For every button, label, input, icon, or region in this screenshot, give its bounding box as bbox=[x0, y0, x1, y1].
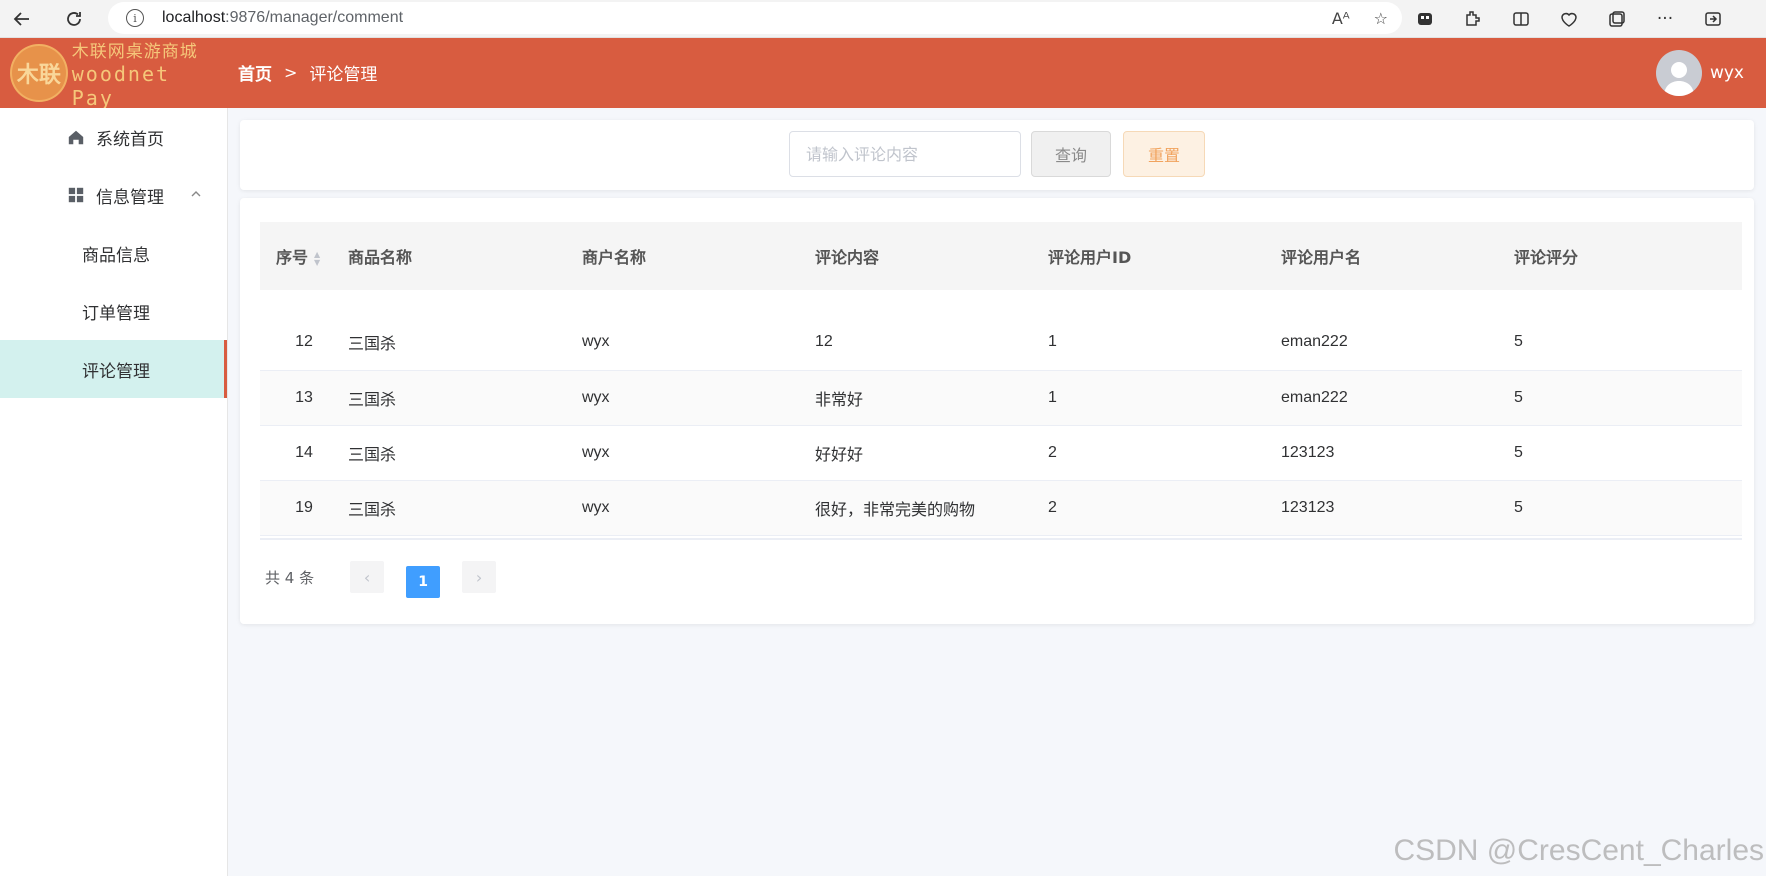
sidebar-item-home[interactable]: 系统首页 bbox=[0, 108, 227, 166]
sidebar-item-comments[interactable]: 评论管理 bbox=[0, 340, 227, 398]
sidebar-item-label: 系统首页 bbox=[96, 129, 164, 150]
cell-username: 123123 bbox=[1281, 480, 1514, 536]
cell-content: 非常好 bbox=[815, 370, 1048, 426]
browser-essentials-icon[interactable] bbox=[1558, 8, 1580, 30]
more-icon[interactable]: ··· bbox=[1654, 8, 1676, 30]
cell-id: 12 bbox=[260, 315, 348, 371]
pagination-total: 共 4 条 bbox=[265, 568, 315, 587]
cell-rating: 5 bbox=[1514, 370, 1742, 426]
reset-button[interactable]: 重置 bbox=[1123, 131, 1205, 177]
sidebar-item-orders[interactable]: 订单管理 bbox=[0, 282, 227, 340]
breadcrumb-current: 评论管理 bbox=[309, 65, 378, 85]
app-header: 木联 木联网桌游商城 woodnet Pay 首页 > 评论管理 wyx bbox=[0, 38, 1766, 110]
cell-product: 三国杀 bbox=[348, 315, 582, 371]
cell-rating: 5 bbox=[1514, 315, 1742, 371]
logo-title-cn: 木联网桌游商城 bbox=[71, 41, 198, 62]
avatar[interactable] bbox=[1655, 50, 1702, 96]
cell-product: 三国杀 bbox=[348, 370, 582, 426]
cell-username: eman222 bbox=[1281, 370, 1514, 426]
column-header-merchant: 商户名称 bbox=[582, 222, 815, 290]
cell-merchant: wyx bbox=[582, 480, 815, 536]
cell-content: 12 bbox=[815, 315, 1048, 371]
read-aloud-icon[interactable]: Aᴬ bbox=[1332, 9, 1350, 28]
cell-id: 19 bbox=[260, 480, 348, 536]
reload-icon[interactable] bbox=[54, 3, 94, 35]
home-icon bbox=[66, 127, 86, 147]
grid-icon bbox=[66, 185, 86, 205]
workspaces-icon[interactable] bbox=[1414, 8, 1436, 30]
comment-search-input[interactable] bbox=[789, 131, 1021, 177]
query-button[interactable]: 查询 bbox=[1031, 131, 1111, 177]
cell-username: 123123 bbox=[1281, 425, 1514, 481]
cell-user-id: 1 bbox=[1048, 370, 1281, 426]
sidebar-group-info[interactable]: 信息管理 bbox=[0, 166, 227, 224]
table-spacer bbox=[260, 290, 1742, 315]
next-page-button[interactable]: › bbox=[462, 561, 497, 593]
browser-toolbar: i localhost:9876/manager/comment Aᴬ ☆ ··… bbox=[0, 0, 1766, 38]
table-header-row: 序号 ▲ ▼ 商品名称 商户名称 评论内容 评论用户ID 评论用户名 评论评分 bbox=[260, 222, 1742, 290]
cell-merchant: wyx bbox=[582, 370, 815, 426]
url-text: localhost:9876/manager/comment bbox=[162, 9, 404, 26]
sidebar-toggle-icon[interactable] bbox=[1702, 8, 1724, 30]
cell-product: 三国杀 bbox=[348, 480, 582, 536]
cell-id: 14 bbox=[260, 425, 348, 481]
sidebar-item-label: 评论管理 bbox=[82, 361, 150, 382]
sidebar-item-products[interactable]: 商品信息 bbox=[0, 224, 227, 282]
watermark: CSDN @CresCent_Charles bbox=[1393, 834, 1764, 867]
cell-user-id: 1 bbox=[1048, 315, 1281, 371]
split-screen-icon[interactable] bbox=[1510, 8, 1532, 30]
sidebar-item-label: 商品信息 bbox=[82, 245, 150, 266]
user-menu[interactable]: wyx bbox=[1655, 50, 1744, 96]
cell-user-id: 2 bbox=[1048, 480, 1281, 536]
breadcrumb-home[interactable]: 首页 bbox=[238, 60, 272, 85]
prev-page-button[interactable]: ‹ bbox=[350, 561, 385, 593]
cell-rating: 5 bbox=[1514, 425, 1742, 481]
cell-content: 好好好 bbox=[815, 425, 1048, 481]
back-icon[interactable] bbox=[2, 3, 42, 35]
collections-icon[interactable] bbox=[1606, 8, 1628, 30]
cell-username: eman222 bbox=[1281, 315, 1514, 371]
column-header-id[interactable]: 序号 ▲ ▼ bbox=[260, 222, 348, 290]
divider bbox=[260, 538, 1742, 540]
cell-product: 三国杀 bbox=[348, 425, 582, 481]
column-header-username: 评论用户名 bbox=[1281, 222, 1514, 290]
search-panel: 查询 重置 bbox=[240, 120, 1754, 190]
cell-id: 13 bbox=[260, 370, 348, 426]
site-info-icon[interactable]: i bbox=[126, 9, 144, 27]
table-row[interactable]: 19 三国杀 wyx 很好，非常完美的购物 2 123123 5 bbox=[260, 480, 1742, 536]
sidebar: 系统首页 信息管理 商品信息 订单管理 评论管理 bbox=[0, 108, 228, 876]
column-header-user-id: 评论用户ID bbox=[1048, 222, 1281, 290]
comment-table-panel: 序号 ▲ ▼ 商品名称 商户名称 评论内容 评论用户ID 评论用户名 评论评分 12… bbox=[240, 198, 1754, 624]
cell-merchant: wyx bbox=[582, 315, 815, 371]
sidebar-group-label: 信息管理 bbox=[96, 187, 164, 208]
table-row[interactable]: 13 三国杀 wyx 非常好 1 eman222 5 bbox=[260, 370, 1742, 426]
cell-user-id: 2 bbox=[1048, 425, 1281, 481]
column-header-rating: 评论评分 bbox=[1514, 222, 1742, 290]
cell-rating: 5 bbox=[1514, 480, 1742, 536]
logo-seal-icon: 木联 bbox=[10, 44, 68, 102]
column-header-content: 评论内容 bbox=[815, 222, 1048, 290]
breadcrumb: 首页 > 评论管理 bbox=[238, 60, 377, 85]
extensions-icon[interactable] bbox=[1462, 8, 1484, 30]
username[interactable]: wyx bbox=[1710, 63, 1744, 83]
sort-icon[interactable]: ▲ ▼ bbox=[314, 250, 320, 267]
table-row[interactable]: 14 三国杀 wyx 好好好 2 123123 5 bbox=[260, 425, 1742, 481]
address-bar[interactable]: i localhost:9876/manager/comment Aᴬ ☆ bbox=[108, 2, 1402, 34]
chevron-up-icon[interactable] bbox=[190, 188, 202, 203]
sidebar-item-label: 订单管理 bbox=[82, 303, 150, 324]
logo[interactable]: 木联 木联网桌游商城 woodnet Pay bbox=[10, 42, 220, 110]
pagination: 共 4 条 ‹ 1 › bbox=[265, 556, 497, 598]
logo-title-en: woodnet Pay bbox=[71, 61, 171, 110]
comment-table: 序号 ▲ ▼ 商品名称 商户名称 评论内容 评论用户ID 评论用户名 评论评分 12… bbox=[260, 222, 1742, 536]
table-row[interactable]: 12 三国杀 wyx 12 1 eman222 5 bbox=[260, 315, 1742, 371]
favorite-star-icon[interactable]: ☆ bbox=[1374, 9, 1388, 28]
cell-merchant: wyx bbox=[582, 425, 815, 481]
cell-content: 很好，非常完美的购物 bbox=[815, 480, 1048, 536]
breadcrumb-separator-icon: > bbox=[284, 63, 298, 82]
page-number-button[interactable]: 1 bbox=[406, 566, 441, 598]
column-header-product: 商品名称 bbox=[348, 222, 582, 290]
